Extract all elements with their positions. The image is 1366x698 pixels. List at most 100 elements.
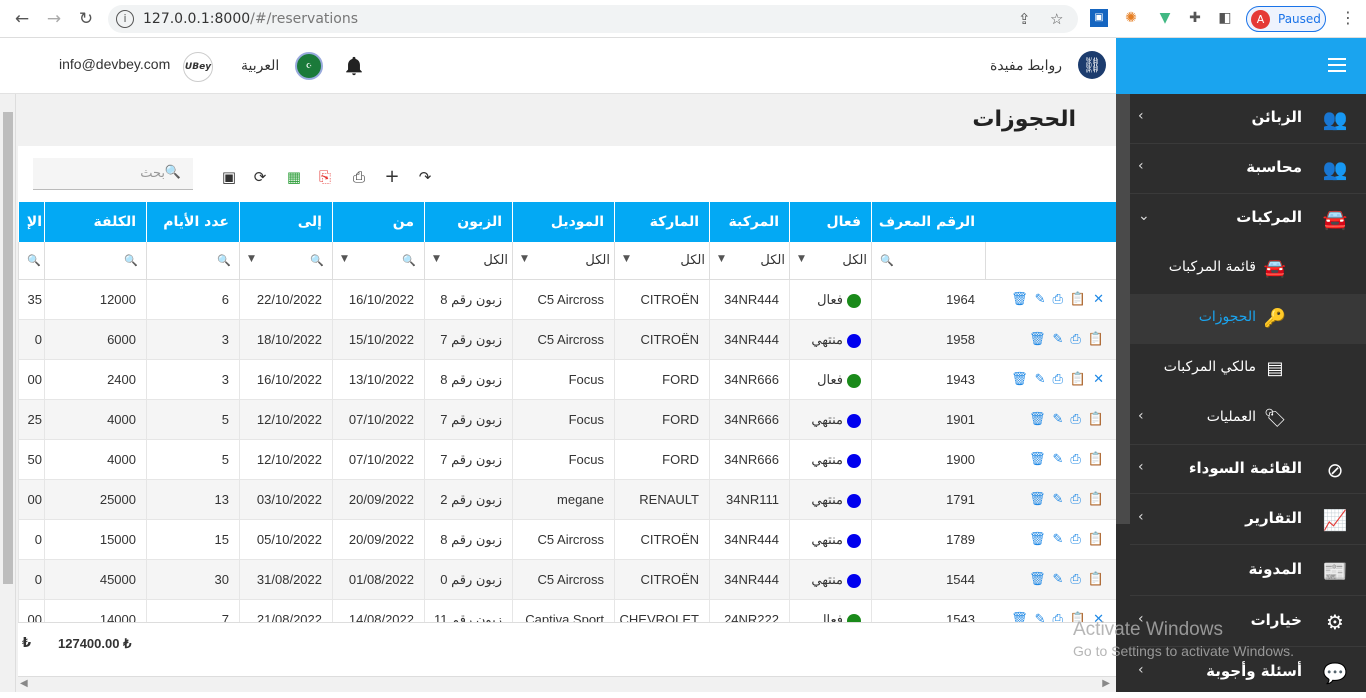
clipboard-icon[interactable]: 📋 bbox=[1088, 492, 1104, 507]
edit-icon[interactable]: ✎ bbox=[1053, 332, 1064, 347]
delete-icon[interactable]: 🗑 bbox=[1011, 372, 1028, 387]
edit-icon[interactable]: ✎ bbox=[1053, 532, 1064, 547]
print-icon[interactable]: ⎙ bbox=[1053, 292, 1063, 307]
redo-icon[interactable]: ↷ bbox=[414, 166, 436, 188]
reload-icon[interactable]: ↻ bbox=[74, 8, 98, 30]
edit-icon[interactable]: ✎ bbox=[1053, 492, 1064, 507]
table-row[interactable]: 1544 منتهي 34NR444 CITROËN C5 Aircross زبون ر… bbox=[18, 560, 1116, 600]
table-row[interactable]: 1901 منتهي 34NR666 FORD Focus زبون رقم 7 07/10… bbox=[18, 400, 1116, 440]
column-chooser-icon[interactable]: ▣ bbox=[218, 166, 240, 188]
sidepanel-icon[interactable]: ◧ bbox=[1216, 9, 1234, 27]
print-icon[interactable]: ⎙ bbox=[1070, 452, 1080, 467]
filter-cell[interactable]: ▼ الكل bbox=[424, 242, 512, 280]
table-row[interactable]: 1789 منتهي 34NR444 CITROËN C5 Aircross زبون ر… bbox=[18, 520, 1116, 560]
info-icon[interactable]: i bbox=[116, 10, 134, 28]
table-row[interactable]: 1900 منتهي 34NR666 FORD Focus زبون رقم 7 07/10… bbox=[18, 440, 1116, 480]
filter-cell[interactable]: ▼ الكل bbox=[512, 242, 614, 280]
filter-cell[interactable]: ▼ الكل bbox=[614, 242, 709, 280]
delete-icon[interactable]: 🗑 bbox=[1029, 452, 1046, 467]
print-icon[interactable]: ⎙ bbox=[1070, 572, 1080, 587]
clipboard-icon[interactable]: 📋 bbox=[1088, 572, 1104, 587]
print-icon[interactable]: ⎙ bbox=[1053, 372, 1063, 387]
sidebar-item-accounting[interactable]: ‹ محاسبة 👥 bbox=[1130, 144, 1366, 194]
edit-icon[interactable]: ✎ bbox=[1053, 572, 1064, 587]
language-switch[interactable]: العربية bbox=[241, 57, 279, 74]
delete-icon[interactable]: 🗑 bbox=[1011, 612, 1028, 622]
add-icon[interactable]: + bbox=[381, 166, 403, 188]
clipboard-icon[interactable]: 📋 bbox=[1070, 372, 1086, 387]
horizontal-scrollbar[interactable]: ◀ ▶ bbox=[18, 676, 1116, 692]
clipboard-icon[interactable]: 📋 bbox=[1070, 292, 1086, 307]
flag-icon[interactable]: ☪ bbox=[295, 52, 323, 80]
sidebar-item-reports[interactable]: ‹ التقارير 📈 bbox=[1130, 495, 1366, 545]
puzzle-icon[interactable]: ✚ bbox=[1186, 9, 1204, 27]
vue-devtools-icon[interactable]: ▼ bbox=[1156, 9, 1174, 27]
edit-icon[interactable]: ✎ bbox=[1053, 452, 1064, 467]
sidebar-subitem-operations[interactable]: ‹ العمليات 🏷 bbox=[1130, 394, 1366, 444]
column-header[interactable]: من bbox=[332, 202, 424, 242]
filter-cell[interactable]: ▼ 🔍 bbox=[239, 242, 332, 280]
sidebar-scrollbar[interactable] bbox=[1116, 94, 1130, 524]
export-pdf-icon[interactable]: ⎘ bbox=[314, 166, 336, 188]
clipboard-icon[interactable]: 📋 bbox=[1088, 532, 1104, 547]
edit-icon[interactable]: ✎ bbox=[1035, 292, 1046, 307]
sidebar-item-customers[interactable]: ‹ الزبائن 👥 bbox=[1130, 94, 1366, 144]
sidebar-subitem-reservations[interactable]: الحجوزات 🔑 bbox=[1130, 294, 1366, 344]
close-icon[interactable]: ✕ bbox=[1093, 292, 1104, 307]
column-header[interactable]: الموديل bbox=[512, 202, 614, 242]
delete-icon[interactable]: 🗑 bbox=[1029, 492, 1046, 507]
filter-cell[interactable]: ▼ الكل bbox=[709, 242, 789, 280]
column-header[interactable]: فعال bbox=[789, 202, 871, 242]
sidebar-subitem-vehicle-owners[interactable]: مالكي المركبات ▤ bbox=[1130, 344, 1366, 394]
extension-icon[interactable]: ▣ bbox=[1090, 9, 1108, 27]
table-row[interactable]: 1964 فعال 34NR444 CITROËN C5 Aircross زبون رق… bbox=[18, 280, 1116, 320]
column-header[interactable]: الرقم المعرف bbox=[871, 202, 985, 242]
column-header[interactable]: عدد الأيام bbox=[146, 202, 239, 242]
edit-icon[interactable]: ✎ bbox=[1035, 612, 1046, 622]
menu-icon[interactable]: ⋮ bbox=[1340, 8, 1356, 27]
clipboard-icon[interactable]: 📋 bbox=[1088, 452, 1104, 467]
link-icon[interactable]: ⛓ bbox=[1078, 51, 1106, 79]
print-icon[interactable]: ⎙ bbox=[1070, 532, 1080, 547]
sidebar-subitem-vehicle-list[interactable]: قائمة المركبات 🚘 bbox=[1130, 244, 1366, 294]
column-header[interactable]: الكلفة bbox=[44, 202, 146, 242]
filter-cell[interactable]: 🔍 bbox=[44, 242, 146, 280]
delete-icon[interactable]: 🗑 bbox=[1029, 412, 1046, 427]
print-icon[interactable]: ⎙ bbox=[1053, 612, 1063, 622]
print-icon[interactable]: ⎙ bbox=[348, 166, 370, 188]
page-scrollbar[interactable] bbox=[0, 94, 16, 692]
search-input[interactable]: 🔍 بحث bbox=[33, 158, 193, 190]
column-header[interactable]: الإ bbox=[18, 202, 44, 242]
extension-icon[interactable]: ✺ bbox=[1122, 9, 1140, 27]
refresh-icon[interactable]: ⟳ bbox=[249, 166, 271, 188]
edit-icon[interactable]: ✎ bbox=[1053, 412, 1064, 427]
bell-icon[interactable] bbox=[343, 54, 365, 78]
column-header[interactable]: الزبون bbox=[424, 202, 512, 242]
edit-icon[interactable]: ✎ bbox=[1035, 372, 1046, 387]
print-icon[interactable]: ⎙ bbox=[1070, 332, 1080, 347]
sidebar-item-blacklist[interactable]: ‹ القائمة السوداء ⊘ bbox=[1130, 444, 1366, 494]
delete-icon[interactable]: 🗑 bbox=[1011, 292, 1028, 307]
column-header[interactable]: المركبة bbox=[709, 202, 789, 242]
hamburger-icon[interactable] bbox=[1328, 58, 1346, 72]
clipboard-icon[interactable]: 📋 bbox=[1088, 412, 1104, 427]
scroll-right-icon[interactable]: ▶ bbox=[1102, 678, 1110, 689]
sidebar-item-vehicles[interactable]: ⌄ المركبات 🚘 bbox=[1130, 194, 1366, 244]
filter-cell[interactable]: 🔍 bbox=[18, 242, 44, 280]
forward-icon[interactable]: → bbox=[42, 8, 66, 30]
table-row[interactable]: 1791 منتهي 34NR111 RENAULT megane زبون رقم 22… bbox=[18, 480, 1116, 520]
table-row[interactable]: 1958 منتهي 34NR444 CITROËN C5 Aircross زبون ر… bbox=[18, 320, 1116, 360]
filter-cell[interactable]: 🔍 bbox=[146, 242, 239, 280]
delete-icon[interactable]: 🗑 bbox=[1029, 572, 1046, 587]
clipboard-icon[interactable]: 📋 bbox=[1088, 332, 1104, 347]
filter-cell[interactable]: 🔍 bbox=[871, 242, 985, 280]
profile-button[interactable]: A Paused bbox=[1246, 6, 1326, 32]
close-icon[interactable]: ✕ bbox=[1093, 372, 1104, 387]
export-excel-icon[interactable]: ▦ bbox=[283, 166, 305, 188]
table-row[interactable]: 1943 فعال 34NR666 FORD Focus زبون رقم 8 13/10/… bbox=[18, 360, 1116, 400]
filter-cell[interactable]: ▼ 🔍 bbox=[332, 242, 424, 280]
scroll-left-icon[interactable]: ◀ bbox=[20, 678, 28, 689]
table-row[interactable]: 1543 فعال 24NR222 CHEVROLET Captiva Sport زبو… bbox=[18, 600, 1116, 622]
useful-links-label[interactable]: روابط مفيدة bbox=[990, 57, 1062, 74]
back-icon[interactable]: ← bbox=[10, 8, 34, 30]
